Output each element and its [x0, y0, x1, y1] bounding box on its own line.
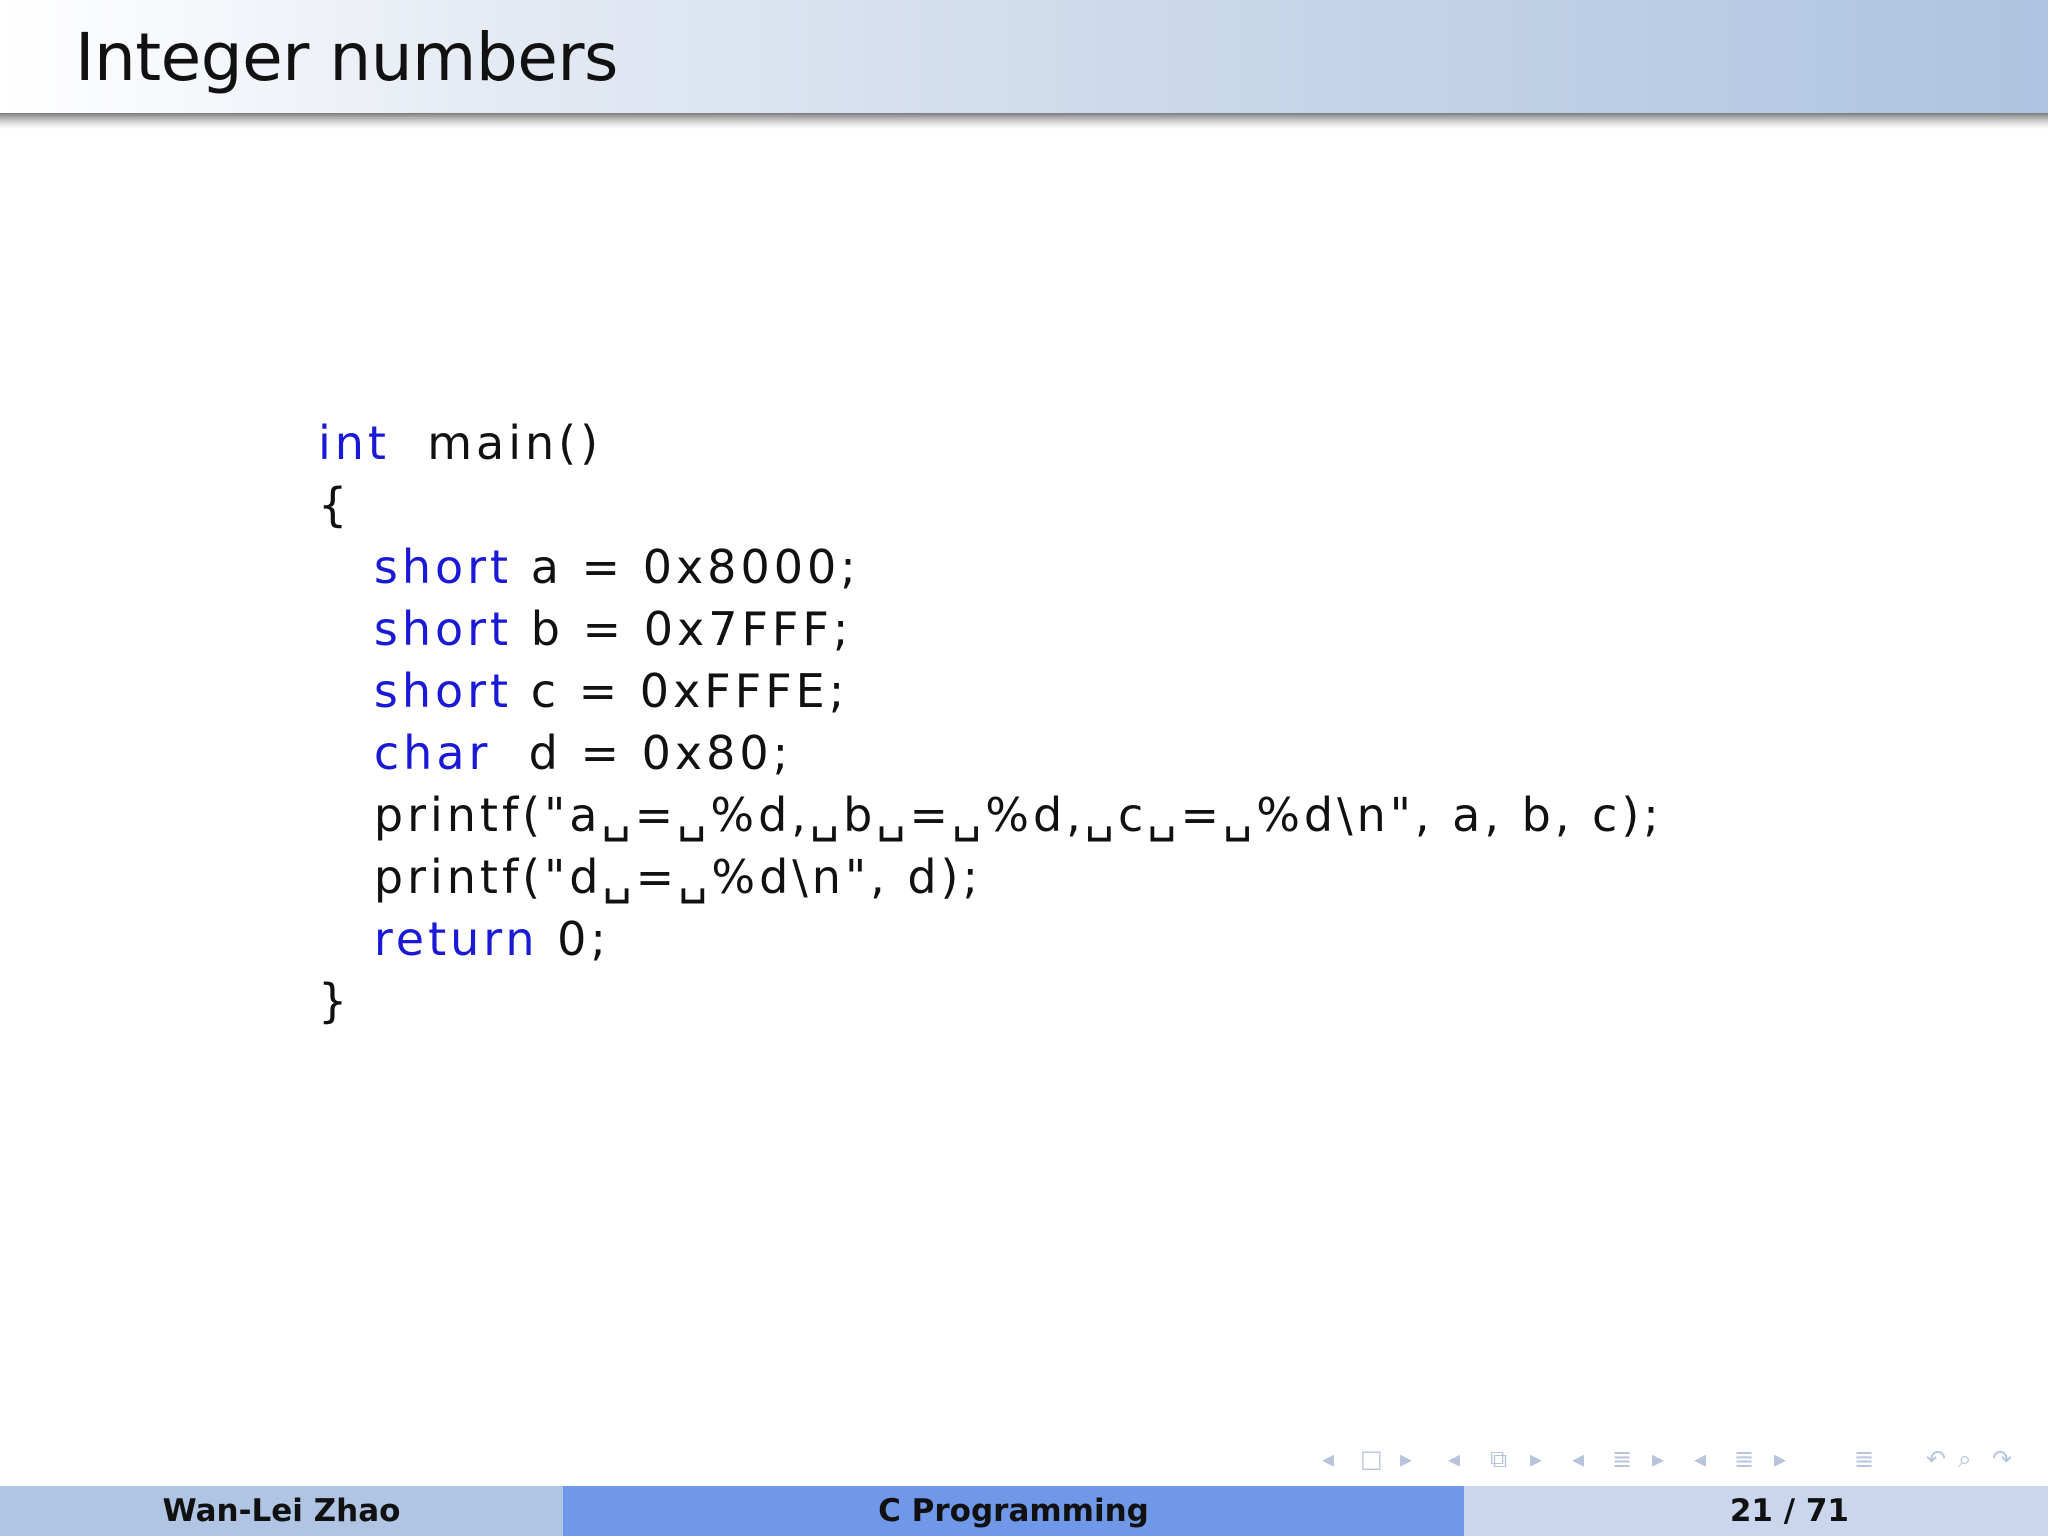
code-line: short b = 0x7FFF; [318, 598, 1663, 660]
nav-next-subsection-icon[interactable]: ▸ [1530, 1442, 1542, 1476]
code-text: d = 0x80; [528, 726, 793, 780]
title-shadow [0, 113, 2048, 129]
code-separator [512, 602, 531, 656]
code-keyword: short [373, 540, 513, 594]
nav-prev-subsection-icon[interactable]: ◂ [1448, 1442, 1460, 1476]
code-separator [512, 664, 531, 718]
code-text: c = 0xFFFE; [530, 664, 849, 718]
footer-page-section: 21 / 71 [1464, 1486, 2048, 1536]
code-text: printf("a␣=␣%d,␣b␣=␣%d,␣c␣=␣%d\n", a, b,… [373, 788, 1663, 842]
code-separator [390, 416, 427, 470]
code-block: int main(){ short a = 0x8000; short b = … [318, 412, 1663, 1032]
code-keyword: int [318, 416, 390, 470]
footer: Wan-Lei Zhao C Programming 21 / 71 [0, 1486, 2048, 1536]
code-separator [491, 726, 528, 780]
code-line: short a = 0x8000; [318, 536, 1663, 598]
slide-title: Integer numbers [75, 19, 618, 96]
nav-next-section-icon[interactable]: ▸ [1652, 1442, 1664, 1476]
code-keyword: char [373, 726, 492, 780]
nav-next-part-icon[interactable]: ▸ [1774, 1442, 1786, 1476]
code-separator [512, 540, 531, 594]
nav-subsection-icon[interactable]: ⧉ [1490, 1442, 1507, 1476]
nav-frame-icon[interactable]: □ [1360, 1442, 1383, 1476]
code-keyword: return [373, 912, 539, 966]
footer-author: Wan-Lei Zhao [0, 1486, 563, 1536]
code-line: short c = 0xFFFE; [318, 660, 1663, 722]
code-line: } [318, 970, 1663, 1032]
code-text: main() [427, 416, 603, 470]
code-text: a = 0x8000; [530, 540, 860, 594]
code-text: printf("d␣=␣%d\n", d); [373, 850, 983, 904]
nav-search-icon[interactable]: ⌕ [1958, 1442, 1971, 1476]
footer-course-title: C Programming [563, 1486, 1464, 1536]
nav-forward-icon[interactable]: ↷ [1992, 1442, 2012, 1476]
code-separator [539, 912, 558, 966]
code-line: printf("d␣=␣%d\n", d); [318, 846, 1663, 908]
code-line: { [318, 474, 1663, 536]
code-text: 0; [557, 912, 610, 966]
nav-part-icon[interactable]: ≣ [1734, 1442, 1754, 1476]
nav-prev-section-icon[interactable]: ◂ [1572, 1442, 1584, 1476]
code-line: printf("a␣=␣%d,␣b␣=␣%d,␣c␣=␣%d\n", a, b,… [318, 784, 1663, 846]
code-text: } [318, 974, 352, 1028]
nav-prev-part-icon[interactable]: ◂ [1694, 1442, 1706, 1476]
code-text: { [318, 478, 352, 532]
beamer-navigation-bar: ◂ □ ▸ ◂ ⧉ ▸ ◂ ≣ ▸ ◂ ≣ ▸ ≣ ↶ ⌕ ↷ [1322, 1442, 2042, 1476]
nav-document-icon[interactable]: ≣ [1854, 1442, 1874, 1476]
code-line: return 0; [318, 908, 1663, 970]
code-line: char d = 0x80; [318, 722, 1663, 784]
nav-next-frame-icon[interactable]: ▸ [1400, 1442, 1412, 1476]
code-text: b = 0x7FFF; [530, 602, 853, 656]
nav-prev-frame-icon[interactable]: ◂ [1322, 1442, 1334, 1476]
code-keyword: short [373, 602, 513, 656]
code-line: int main() [318, 412, 1663, 474]
nav-back-icon[interactable]: ↶ [1926, 1442, 1946, 1476]
code-keyword: short [373, 664, 513, 718]
footer-page-number: 21 / 71 [1729, 1493, 1849, 1529]
nav-section-icon[interactable]: ≣ [1612, 1442, 1632, 1476]
